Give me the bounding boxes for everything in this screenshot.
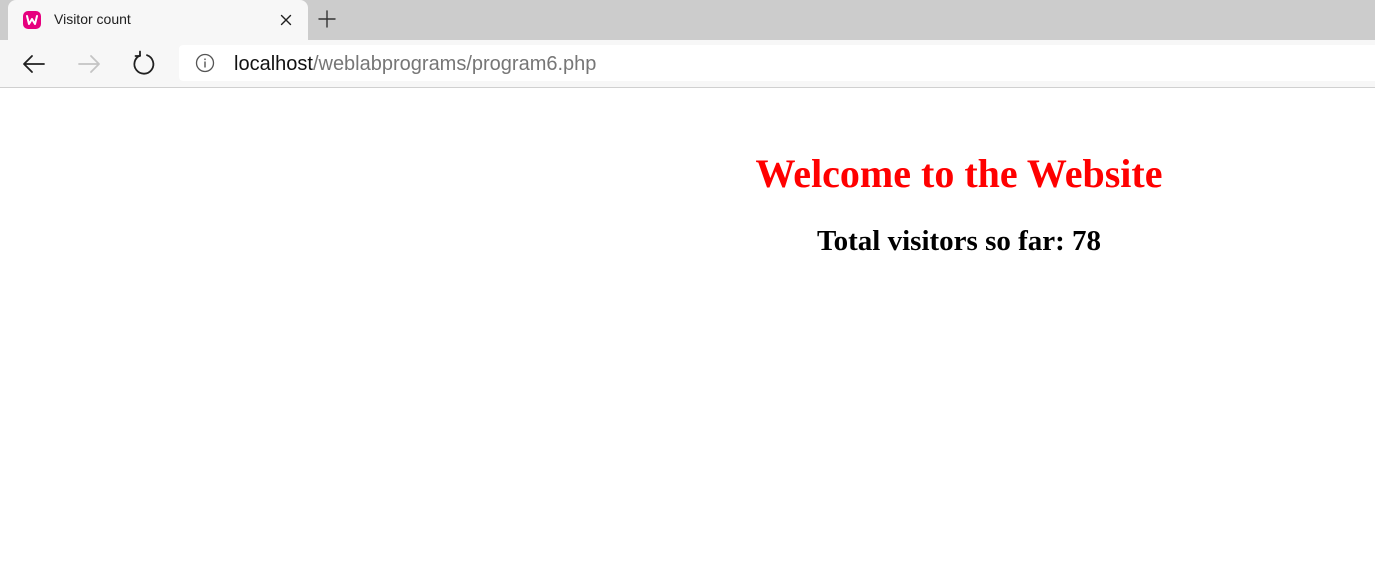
url-path: /weblabprograms/program6.php (312, 53, 597, 75)
plus-icon[interactable] (316, 8, 338, 30)
tab-strip: Visitor count (0, 0, 1375, 40)
info-icon[interactable] (195, 53, 215, 73)
arrow-right-icon[interactable] (75, 50, 103, 78)
url-text[interactable]: localhost/weblabprograms/program6.php (234, 53, 596, 75)
url-host: localhost (234, 53, 313, 75)
page-heading: Welcome to the Website (755, 151, 1163, 196)
page-content: Welcome to the Website Total visitors so… (0, 88, 1375, 587)
browser-toolbar: localhost/weblabprograms/program6.php (0, 40, 1375, 88)
reload-icon[interactable] (130, 50, 158, 78)
wamp-icon (22, 10, 42, 30)
close-icon[interactable] (276, 10, 296, 30)
address-bar[interactable]: localhost/weblabprograms/program6.php (179, 45, 1375, 81)
tab-visitor-count[interactable]: Visitor count (8, 0, 308, 40)
arrow-left-icon[interactable] (20, 50, 48, 78)
visitor-count-text: Total visitors so far: 78 (816, 225, 1102, 257)
tab-title: Visitor count (54, 11, 131, 27)
